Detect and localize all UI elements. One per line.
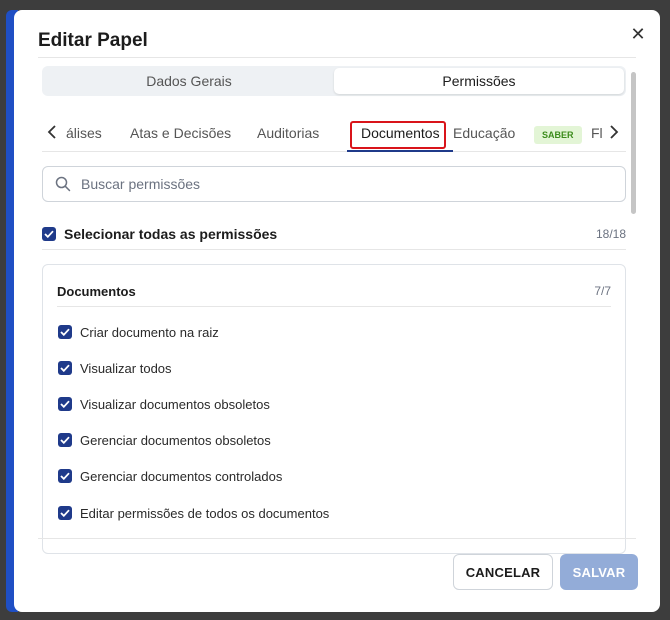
permission-group-documentos: Documentos 7/7 Criar documento na raiz V…	[42, 264, 626, 554]
tab-fl[interactable]: Fl	[591, 114, 603, 152]
permission-label: Gerenciar documentos controlados	[80, 468, 283, 484]
dialog-title: Editar Papel	[38, 30, 148, 51]
permission-item[interactable]: Criar documento na raiz	[58, 322, 219, 342]
permission-checkbox[interactable]	[58, 433, 72, 447]
search-icon	[55, 176, 71, 192]
tab-atas-e-decisoes[interactable]: Atas e Decisões	[130, 114, 231, 152]
tab-badge-saber: SABER	[534, 126, 582, 144]
permission-label: Visualizar todos	[80, 360, 172, 376]
save-button[interactable]: SALVAR	[560, 554, 638, 590]
checkmark-icon	[44, 230, 54, 238]
segment-general-data[interactable]: Dados Gerais	[44, 68, 334, 94]
permission-label: Criar documento na raiz	[80, 324, 219, 340]
search-input[interactable]	[81, 176, 581, 192]
tab-educacao[interactable]: Educação	[453, 114, 515, 152]
checkmark-icon	[60, 436, 70, 444]
tab-documentos[interactable]: Documentos	[361, 114, 440, 152]
select-all-count: 18/18	[595, 227, 626, 241]
chevron-left-icon[interactable]	[44, 122, 60, 142]
permission-checkbox[interactable]	[58, 361, 72, 375]
segment-permissions[interactable]: Permissões	[334, 68, 624, 94]
checkmark-icon	[60, 364, 70, 372]
select-all-label: Selecionar todas as permissões	[64, 226, 278, 242]
permission-item[interactable]: Visualizar documentos obsoletos	[58, 394, 270, 414]
permission-checkbox[interactable]	[58, 325, 72, 339]
permission-checkbox[interactable]	[58, 469, 72, 483]
cancel-button[interactable]: CANCELAR	[453, 554, 553, 590]
group-title: Documentos	[57, 283, 136, 299]
permission-item[interactable]: Visualizar todos	[58, 358, 172, 378]
scrollbar-thumb[interactable]	[631, 72, 636, 214]
header-divider	[38, 57, 636, 58]
group-divider	[57, 306, 611, 307]
permission-checkbox[interactable]	[58, 397, 72, 411]
permission-label: Gerenciar documentos obsoletos	[80, 432, 271, 448]
select-all-checkbox[interactable]	[42, 227, 56, 241]
permission-item[interactable]: Editar permissões de todos os documentos	[58, 503, 329, 523]
checkmark-icon	[60, 328, 70, 336]
footer-divider	[38, 538, 636, 539]
active-tab-underline	[347, 150, 453, 152]
checkmark-icon	[60, 472, 70, 480]
group-count: 7/7	[594, 284, 611, 298]
permission-checkbox[interactable]	[58, 506, 72, 520]
section-switcher: Dados Gerais Permissões	[42, 66, 626, 96]
select-all-row[interactable]: Selecionar todas as permissões 18/18	[42, 222, 626, 246]
search-box	[42, 166, 626, 202]
permission-item[interactable]: Gerenciar documentos obsoletos	[58, 430, 271, 450]
permission-label: Visualizar documentos obsoletos	[80, 396, 270, 412]
select-all-divider	[42, 249, 626, 250]
close-icon[interactable]: ✕	[628, 24, 648, 44]
edit-role-dialog: Editar Papel ✕ Dados Gerais Permissões á…	[14, 10, 660, 612]
group-header: Documentos 7/7	[57, 279, 611, 303]
checkmark-icon	[60, 400, 70, 408]
chevron-right-icon[interactable]	[606, 122, 622, 142]
checkmark-icon	[60, 509, 70, 517]
tab-auditorias[interactable]: Auditorias	[257, 114, 319, 152]
permission-item[interactable]: Gerenciar documentos controlados	[58, 466, 282, 486]
permission-label: Editar permissões de todos os documentos	[80, 505, 330, 521]
permission-category-tabs: álises Atas e Decisões Auditorias Docume…	[42, 114, 626, 152]
tab-analises[interactable]: álises	[66, 114, 102, 152]
